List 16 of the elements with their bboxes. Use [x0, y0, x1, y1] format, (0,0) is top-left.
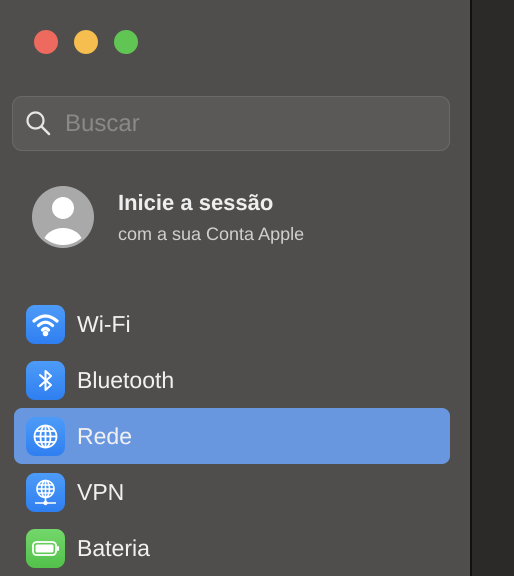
avatar-icon: [32, 186, 94, 248]
account-subtitle: com a sua Conta Apple: [118, 224, 304, 244]
bluetooth-icon: [26, 360, 65, 400]
sidebar-item[interactable]: Bluetooth: [14, 352, 450, 408]
search-icon: [25, 110, 51, 136]
globe-icon: [26, 472, 65, 512]
sidebar-item[interactable]: Wi-Fi: [14, 296, 450, 352]
account-title[interactable]: Inicie a sessão: [118, 190, 304, 216]
wifi-icon: [26, 304, 65, 344]
zoom-button[interactable]: [114, 30, 138, 54]
sidebar-item[interactable]: Bateria: [14, 520, 450, 576]
sidebar-item[interactable]: VPN: [14, 464, 450, 520]
battery-icon: [26, 528, 65, 568]
globe-icon: [26, 416, 65, 456]
close-button[interactable]: [34, 30, 58, 54]
minimize-button[interactable]: [74, 30, 98, 54]
